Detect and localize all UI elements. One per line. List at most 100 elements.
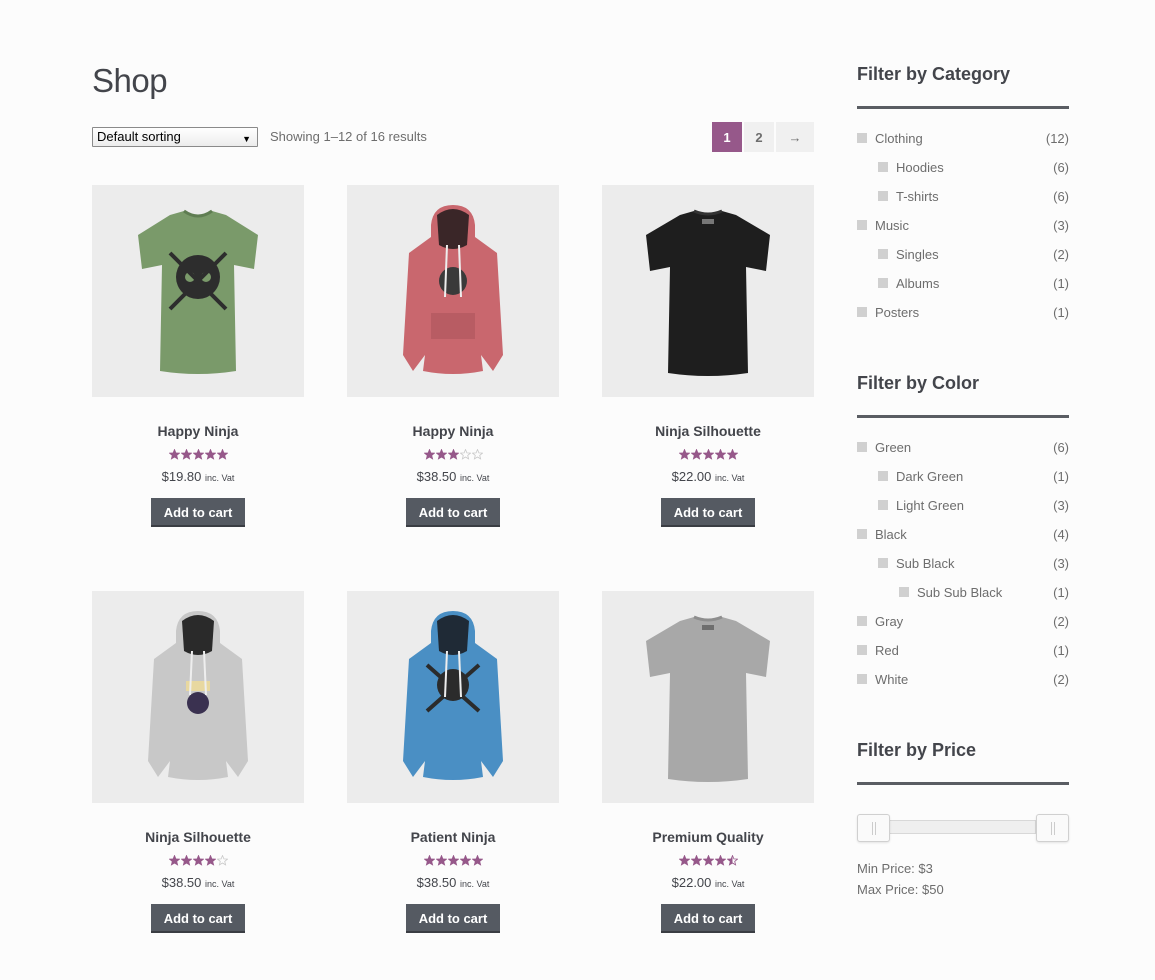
category-filter-item[interactable]: Music (3) [857, 217, 1069, 246]
color-filter-item[interactable]: White (2) [857, 671, 1069, 700]
checkbox-icon[interactable] [878, 162, 888, 172]
product-image-green-tshirt[interactable] [92, 185, 304, 397]
product-title[interactable]: Ninja Silhouette [602, 423, 814, 439]
filter-item-count: (1) [1053, 276, 1069, 291]
checkbox-icon[interactable] [878, 500, 888, 510]
color-filter-item[interactable]: Green (6) [857, 439, 1069, 468]
checkbox-icon[interactable] [857, 220, 867, 230]
product-title[interactable]: Premium Quality [602, 829, 814, 845]
checkbox-icon[interactable] [857, 529, 867, 539]
product-title[interactable]: Happy Ninja [92, 423, 304, 439]
checkbox-icon[interactable] [878, 471, 888, 481]
checkbox-icon[interactable] [878, 249, 888, 259]
product-image-blue-hoodie[interactable] [347, 591, 559, 803]
color-filter-item[interactable]: Sub Black (3) [857, 555, 1069, 584]
star-icon [168, 855, 180, 866]
filter-item-label[interactable]: Clothing [875, 131, 923, 146]
product-title[interactable]: Ninja Silhouette [92, 829, 304, 845]
filter-item-label[interactable]: Gray [875, 614, 903, 629]
color-filter-item[interactable]: Sub Sub Black (1) [857, 584, 1069, 613]
category-filter-item[interactable]: T-shirts (6) [857, 188, 1069, 217]
min-price-handle[interactable] [857, 814, 890, 842]
category-filter-item[interactable]: Singles (2) [857, 246, 1069, 275]
filter-item-label[interactable]: Dark Green [896, 469, 963, 484]
checkbox-icon[interactable] [899, 587, 909, 597]
star-icon [180, 855, 192, 866]
star-icon [447, 855, 459, 866]
filter-item-label[interactable]: Sub Black [896, 556, 955, 571]
add-to-cart-button[interactable]: Add to cart [151, 498, 245, 527]
product-price: $38.50 inc. Vat [92, 875, 304, 890]
product-image-gray-hoodie[interactable] [92, 591, 304, 803]
filter-item-label[interactable]: Light Green [896, 498, 964, 513]
product-image-black-tshirt[interactable] [602, 185, 814, 397]
category-filter-item[interactable]: Posters (1) [857, 304, 1069, 333]
checkbox-icon[interactable] [857, 307, 867, 317]
color-filter-item[interactable]: Black (4) [857, 526, 1069, 555]
star-icon [168, 449, 180, 460]
product-card: Patient Ninja $38.50 inc. Vat Add to car… [347, 591, 559, 933]
checkbox-icon[interactable] [878, 278, 888, 288]
checkbox-icon[interactable] [878, 191, 888, 201]
slider-range [887, 820, 1036, 834]
filter-item-count: (3) [1053, 498, 1069, 513]
color-filter-item[interactable]: Gray (2) [857, 613, 1069, 642]
filter-item-label[interactable]: Sub Sub Black [917, 585, 1002, 600]
price-suffix: inc. Vat [205, 879, 235, 889]
filter-item-label[interactable]: Green [875, 440, 911, 455]
add-to-cart-button[interactable]: Add to cart [151, 904, 245, 933]
filter-item-label[interactable]: Hoodies [896, 160, 944, 175]
product-image-gray-tshirt[interactable] [602, 591, 814, 803]
price-range-slider[interactable] [857, 814, 1069, 842]
price-suffix: inc. Vat [460, 879, 490, 889]
star-icon [435, 855, 447, 866]
add-to-cart-button[interactable]: Add to cart [661, 498, 755, 527]
checkbox-icon[interactable] [857, 616, 867, 626]
color-filter-item[interactable]: Dark Green (1) [857, 468, 1069, 497]
add-to-cart-button[interactable]: Add to cart [661, 904, 755, 933]
filter-item-count: (1) [1053, 585, 1069, 600]
price-amount: $22.00 [671, 469, 712, 484]
filter-item-label[interactable]: Black [875, 527, 907, 542]
filter-item-label[interactable]: T-shirts [896, 189, 939, 204]
add-to-cart-button[interactable]: Add to cart [406, 498, 500, 527]
add-to-cart-button[interactable]: Add to cart [406, 904, 500, 933]
widget-divider [857, 415, 1069, 418]
filter-item-count: (2) [1053, 614, 1069, 629]
checkbox-icon[interactable] [857, 133, 867, 143]
product-card: Ninja Silhouette $38.50 inc. Vat Add to … [92, 591, 304, 933]
star-rating [92, 449, 304, 461]
category-filter-list: Clothing (12) Hoodies (6) T-shirts (6) Music (3… [857, 130, 1069, 333]
color-filter-item[interactable]: Light Green (3) [857, 497, 1069, 526]
filter-item-label[interactable]: Music [875, 218, 909, 233]
color-filter-item[interactable]: Red (1) [857, 642, 1069, 671]
category-filter-item[interactable]: Hoodies (6) [857, 159, 1069, 188]
checkbox-icon[interactable] [857, 674, 867, 684]
checkbox-icon[interactable] [878, 558, 888, 568]
filter-item-label[interactable]: White [875, 672, 908, 687]
filter-item-label[interactable]: Albums [896, 276, 939, 291]
category-filter-item[interactable]: Albums (1) [857, 275, 1069, 304]
checkbox-icon[interactable] [857, 442, 867, 452]
star-icon [678, 855, 690, 866]
max-price-handle[interactable] [1036, 814, 1069, 842]
filter-item-label[interactable]: Red [875, 643, 899, 658]
price-amount: $19.80 [161, 469, 202, 484]
page-link-1[interactable]: 1 [712, 122, 742, 152]
filter-item-count: (3) [1053, 218, 1069, 233]
next-page-link[interactable]: → [776, 122, 814, 152]
star-icon [702, 449, 714, 460]
product-title[interactable]: Patient Ninja [347, 829, 559, 845]
star-icon [459, 449, 471, 460]
page-link-2[interactable]: 2 [744, 122, 774, 152]
price-suffix: inc. Vat [205, 473, 235, 483]
price-suffix: inc. Vat [715, 473, 745, 483]
product-title[interactable]: Happy Ninja [347, 423, 559, 439]
sorting-select[interactable]: Default sorting ▼ [92, 127, 258, 147]
category-filter-item[interactable]: Clothing (12) [857, 130, 1069, 159]
product-image-red-hoodie[interactable] [347, 185, 559, 397]
filter-item-label[interactable]: Singles [896, 247, 939, 262]
checkbox-icon[interactable] [857, 645, 867, 655]
sorting-select-value: Default sorting [97, 129, 181, 144]
filter-item-label[interactable]: Posters [875, 305, 919, 320]
